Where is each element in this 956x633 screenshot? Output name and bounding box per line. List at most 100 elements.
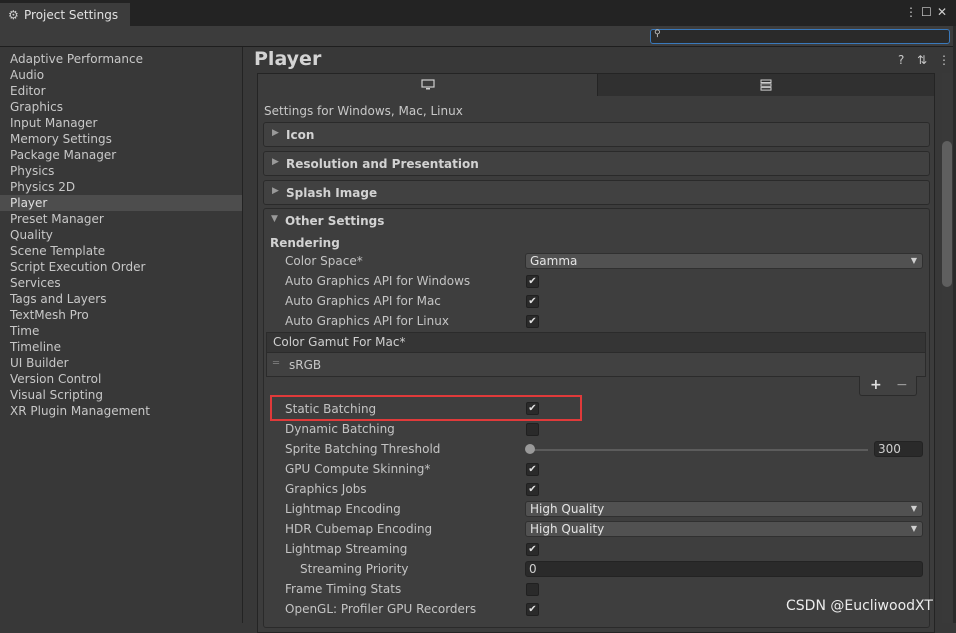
- auto-graphics-mac-checkbox[interactable]: ✔: [526, 295, 539, 308]
- sidebar-item[interactable]: XR Plugin Management: [0, 403, 242, 419]
- sprite-threshold-slider-track[interactable]: [530, 449, 868, 451]
- auto-graphics-windows-label: Auto Graphics API for Windows: [285, 274, 471, 288]
- sidebar-item[interactable]: Tags and Layers: [0, 291, 242, 307]
- sidebar-item[interactable]: Time: [0, 323, 242, 339]
- sidebar-item[interactable]: Memory Settings: [0, 131, 242, 147]
- sidebar-item[interactable]: Script Execution Order: [0, 259, 242, 275]
- sidebar-item[interactable]: Quality: [0, 227, 242, 243]
- dynamic-batching-label: Dynamic Batching: [285, 422, 395, 436]
- sidebar-item[interactable]: Services: [0, 275, 242, 291]
- foldout-label: Resolution and Presentation: [286, 157, 479, 171]
- scrollbar-thumb[interactable]: [942, 141, 952, 287]
- chevron-right-icon: ▶: [272, 128, 279, 138]
- sidebar: Adaptive Performance Audio Editor Graphi…: [0, 47, 243, 623]
- page-title: Player: [254, 48, 322, 70]
- lightmap-encoding-value: High Quality: [530, 502, 605, 516]
- chevron-down-icon: ▼: [910, 504, 917, 513]
- opengl-profiler-checkbox[interactable]: ✔: [526, 603, 539, 616]
- gpu-skinning-checkbox[interactable]: ✔: [526, 463, 539, 476]
- lightmap-encoding-label: Lightmap Encoding: [285, 502, 401, 516]
- foldout-splash[interactable]: ▶ Splash Image: [263, 180, 930, 205]
- streaming-priority-field[interactable]: 0: [525, 561, 923, 577]
- foldout-icon[interactable]: ▶ Icon: [263, 122, 930, 147]
- hdr-encoding-label: HDR Cubemap Encoding: [285, 522, 433, 536]
- sidebar-item[interactable]: UI Builder: [0, 355, 242, 371]
- drag-handle-icon[interactable]: ═: [273, 358, 279, 369]
- help-icon[interactable]: ?: [898, 53, 904, 67]
- lightmap-encoding-dropdown[interactable]: High Quality ▼: [525, 501, 923, 517]
- more-icon[interactable]: ⋮: [938, 53, 950, 67]
- sprite-threshold-slider-thumb[interactable]: [525, 444, 535, 454]
- toolbar: ⚲: [0, 26, 956, 47]
- foldout-other-settings[interactable]: ▼ Other Settings: [263, 209, 930, 234]
- sidebar-item[interactable]: Input Manager: [0, 115, 242, 131]
- color-gamut-header: Color Gamut For Mac*: [266, 332, 926, 353]
- list-add-remove: + −: [859, 376, 917, 396]
- sidebar-item[interactable]: Preset Manager: [0, 211, 242, 227]
- lightmap-streaming-checkbox[interactable]: ✔: [526, 543, 539, 556]
- tab-server[interactable]: [598, 74, 934, 96]
- foldout-label: Icon: [286, 128, 315, 142]
- sidebar-item[interactable]: Scene Template: [0, 243, 242, 259]
- sidebar-item[interactable]: Editor: [0, 83, 242, 99]
- platform-label: Settings for Windows, Mac, Linux: [264, 104, 463, 118]
- search-icon: ⚲: [654, 29, 661, 39]
- hdr-encoding-value: High Quality: [530, 522, 605, 536]
- add-icon[interactable]: +: [870, 377, 882, 393]
- window-title: Project Settings: [24, 7, 119, 22]
- chevron-down-icon: ▼: [271, 214, 278, 224]
- streaming-priority-label: Streaming Priority: [300, 562, 409, 576]
- hdr-encoding-dropdown[interactable]: High Quality ▼: [525, 521, 923, 537]
- sidebar-item[interactable]: Version Control: [0, 371, 242, 387]
- more-icon[interactable]: ⋮: [905, 5, 917, 19]
- sprite-threshold-field[interactable]: 300: [874, 441, 923, 457]
- auto-graphics-linux-label: Auto Graphics API for Linux: [285, 314, 449, 328]
- sidebar-item[interactable]: Audio: [0, 67, 242, 83]
- sidebar-item[interactable]: Package Manager: [0, 147, 242, 163]
- server-icon: [760, 79, 772, 91]
- preset-icon[interactable]: ⇅: [917, 53, 927, 67]
- chevron-down-icon: ▼: [910, 256, 917, 265]
- lightmap-streaming-label: Lightmap Streaming: [285, 542, 408, 556]
- foldout-resolution[interactable]: ▶ Resolution and Presentation: [263, 151, 930, 176]
- sidebar-item-player[interactable]: Player: [0, 195, 242, 211]
- maximize-icon[interactable]: ☐: [921, 5, 932, 19]
- graphics-jobs-checkbox[interactable]: ✔: [526, 483, 539, 496]
- sidebar-item[interactable]: Timeline: [0, 339, 242, 355]
- window-tab[interactable]: ⚙ Project Settings: [0, 3, 130, 26]
- color-gamut-list: ═ sRGB: [266, 353, 926, 377]
- sidebar-item[interactable]: Physics 2D: [0, 179, 242, 195]
- foldout-label: Splash Image: [286, 186, 378, 200]
- graphics-jobs-label: Graphics Jobs: [285, 482, 367, 496]
- sidebar-item[interactable]: Graphics: [0, 99, 242, 115]
- sprite-threshold-label: Sprite Batching Threshold: [285, 442, 441, 456]
- color-gamut-item[interactable]: sRGB: [289, 358, 321, 372]
- frame-timing-label: Frame Timing Stats: [285, 582, 402, 596]
- close-icon[interactable]: ✕: [937, 5, 947, 19]
- chevron-down-icon: ▼: [910, 524, 917, 533]
- chevron-right-icon: ▶: [272, 157, 279, 167]
- dynamic-batching-checkbox[interactable]: [526, 423, 539, 436]
- color-space-dropdown[interactable]: Gamma ▼: [525, 253, 923, 269]
- sidebar-item[interactable]: TextMesh Pro: [0, 307, 242, 323]
- search-input[interactable]: ⚲: [650, 29, 950, 44]
- opengl-profiler-label: OpenGL: Profiler GPU Recorders: [285, 602, 477, 616]
- frame-timing-checkbox[interactable]: [526, 583, 539, 596]
- title-bar: [0, 0, 956, 26]
- color-space-label: Color Space*: [285, 254, 363, 268]
- annotation-highlight: [270, 395, 582, 421]
- auto-graphics-windows-checkbox[interactable]: ✔: [526, 275, 539, 288]
- sidebar-item[interactable]: Physics: [0, 163, 242, 179]
- gpu-skinning-label: GPU Compute Skinning*: [285, 462, 431, 476]
- monitor-icon: [420, 79, 435, 90]
- sidebar-item[interactable]: Adaptive Performance: [0, 51, 242, 67]
- auto-graphics-mac-label: Auto Graphics API for Mac: [285, 294, 441, 308]
- gear-icon: ⚙: [8, 7, 19, 22]
- section-rendering: Rendering: [270, 236, 340, 250]
- watermark: CSDN @EucliwoodXT: [786, 598, 933, 614]
- tab-standalone[interactable]: [258, 74, 598, 96]
- remove-icon[interactable]: −: [896, 377, 908, 393]
- sidebar-item[interactable]: Visual Scripting: [0, 387, 242, 403]
- auto-graphics-linux-checkbox[interactable]: ✔: [526, 315, 539, 328]
- color-space-value: Gamma: [530, 254, 578, 268]
